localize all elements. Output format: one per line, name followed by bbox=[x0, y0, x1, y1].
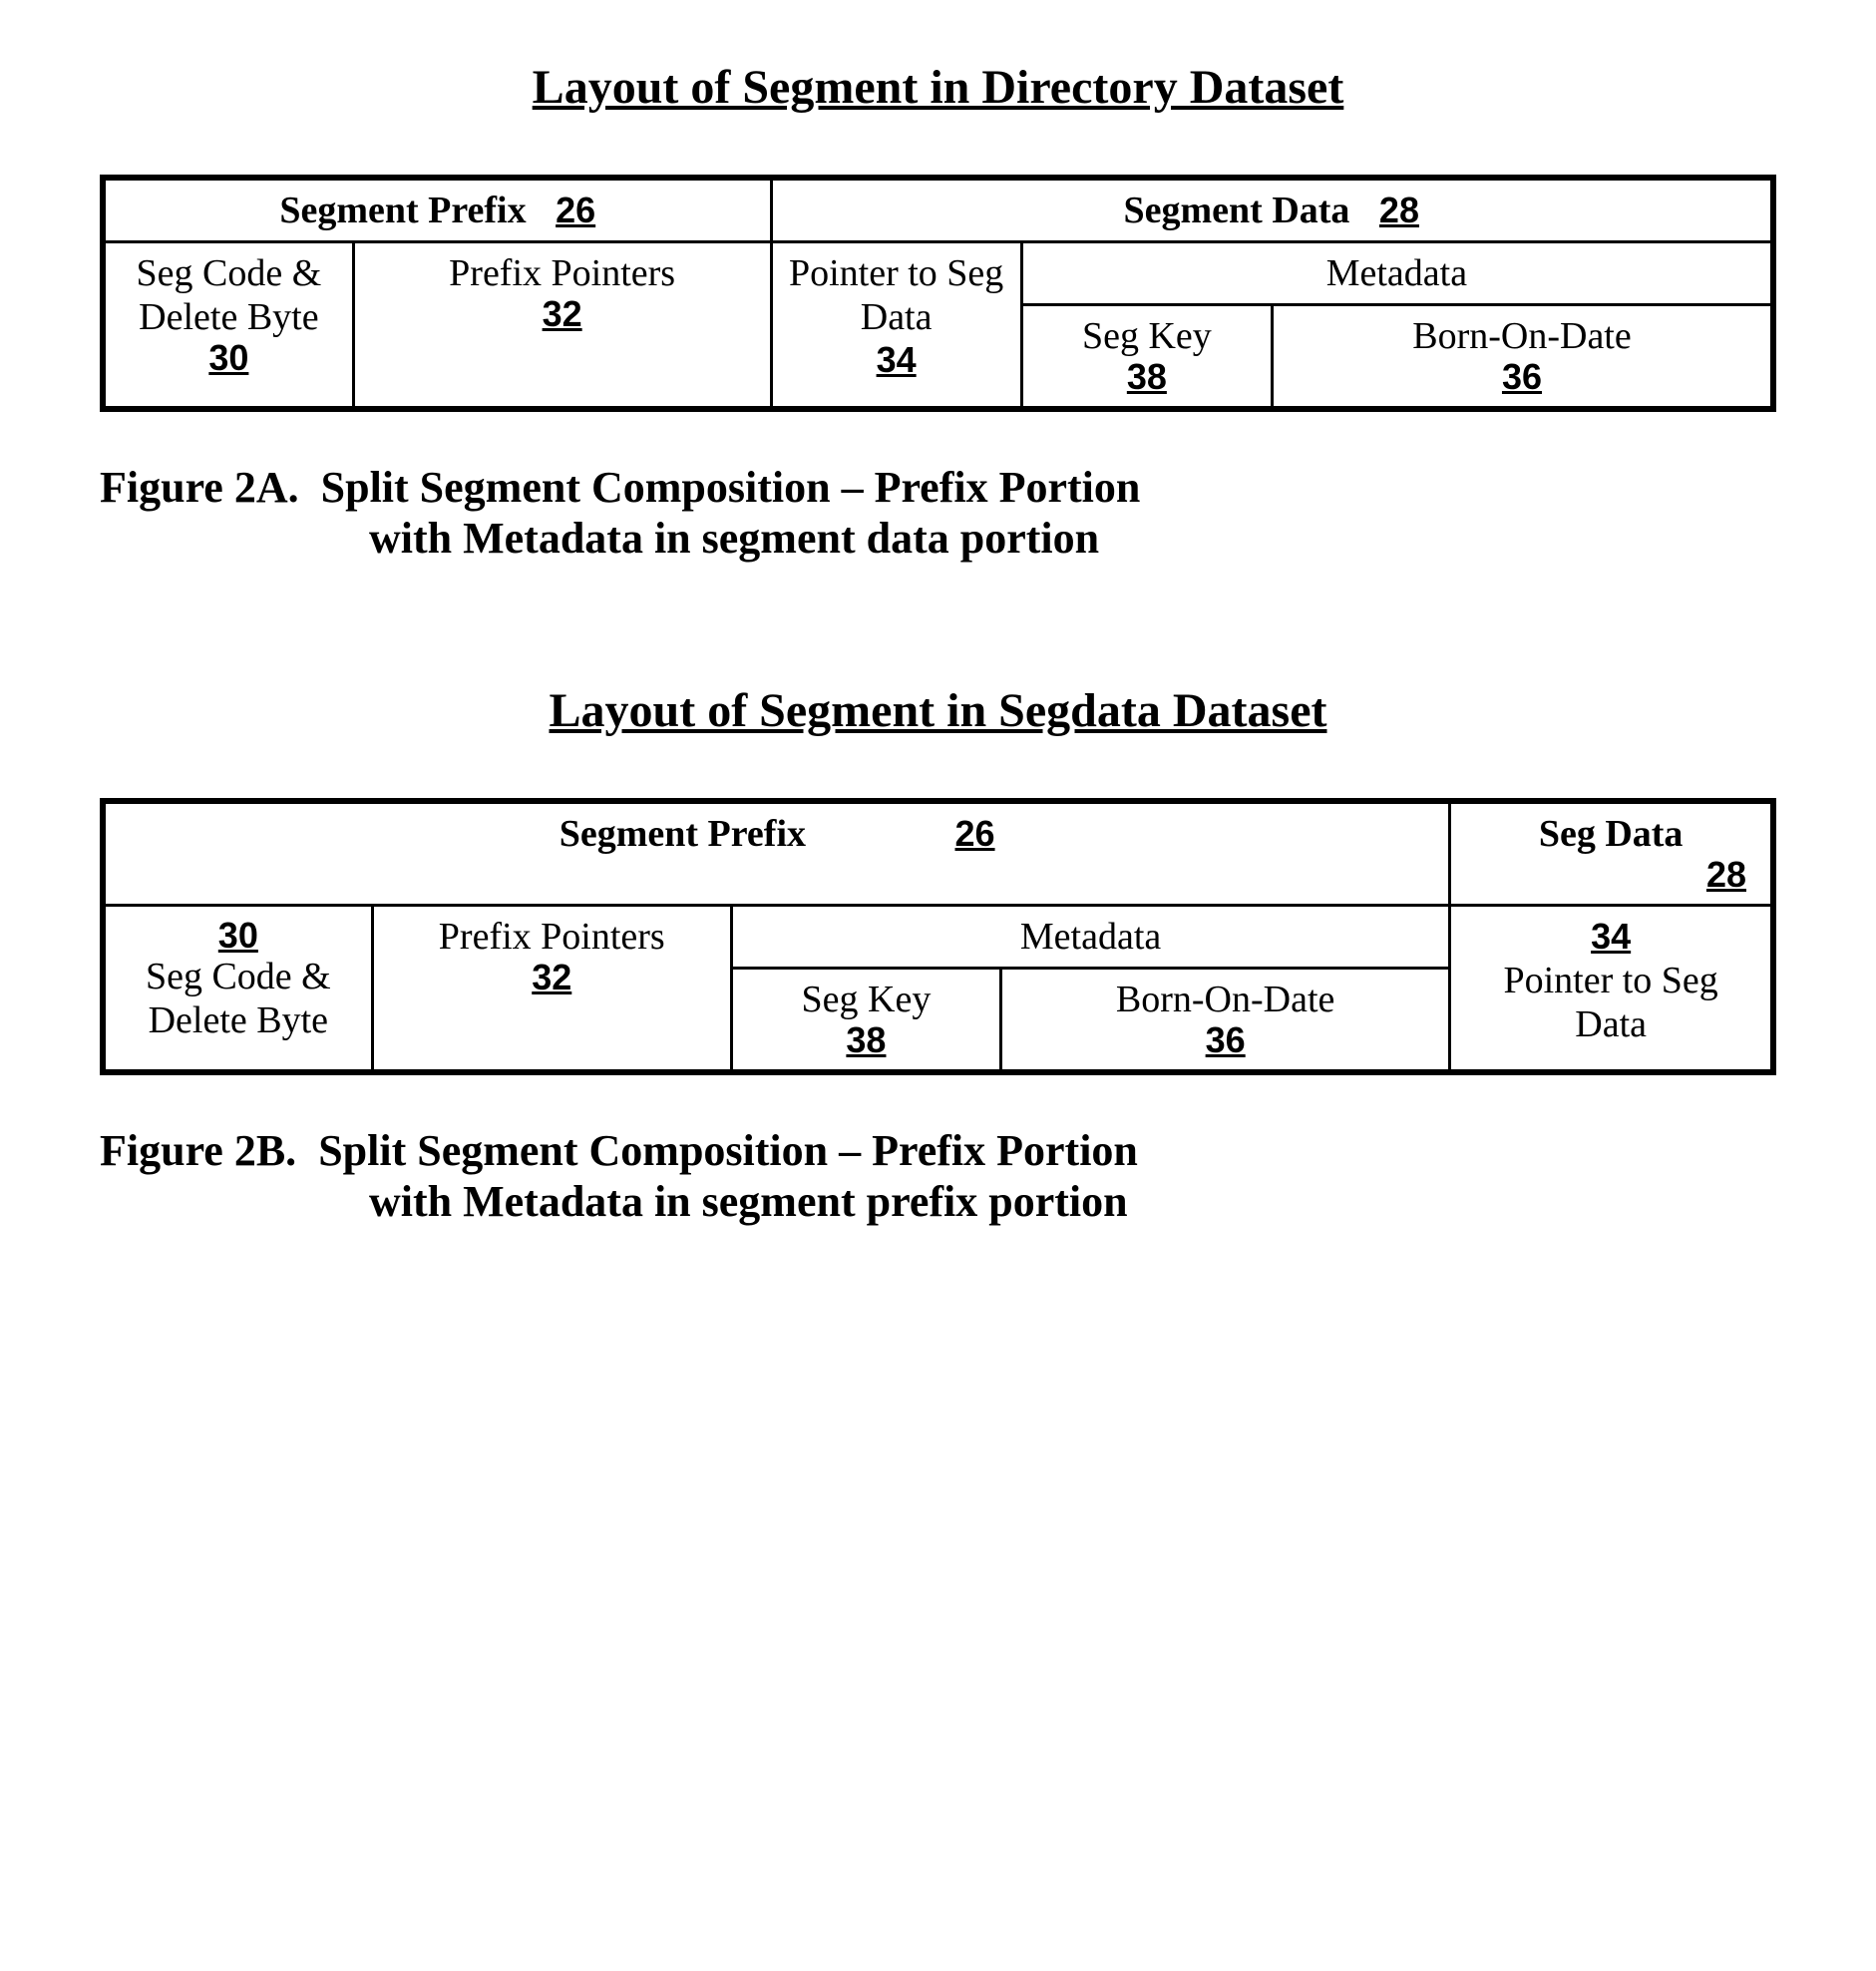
born-on-date-label: Born-On-Date bbox=[1412, 315, 1631, 357]
ref-36: 36 bbox=[1288, 356, 1756, 398]
metadata-label-b: Metadata bbox=[1020, 916, 1161, 958]
caption-b-line1: Split Segment Composition – Prefix Porti… bbox=[318, 1126, 1138, 1175]
table-a: Segment Prefix 26 Segment Data 28 Seg Co… bbox=[100, 175, 1776, 412]
born-on-date-cell-b: Born-On-Date 36 bbox=[1001, 969, 1450, 1073]
born-on-date-label-b: Born-On-Date bbox=[1116, 979, 1334, 1020]
caption-a-line2: with Metadata in segment data portion bbox=[369, 513, 1776, 564]
seg-key-cell: Seg Key 38 bbox=[1021, 305, 1272, 410]
caption-b-line2: with Metadata in segment prefix portion bbox=[369, 1176, 1776, 1227]
seg-key-label: Seg Key bbox=[1082, 315, 1212, 357]
prefix-pointers-label-b: Prefix Pointers bbox=[439, 916, 665, 958]
table-row: Seg Code & Delete Byte 30 Prefix Pointer… bbox=[103, 242, 1773, 305]
prefix-pointers-label: Prefix Pointers bbox=[449, 252, 675, 294]
ref-26-b: 26 bbox=[955, 813, 995, 855]
seg-code-cell-b: 30 Seg Code & Delete Byte bbox=[103, 906, 372, 1073]
ref-28-b: 28 bbox=[1465, 854, 1746, 896]
prefix-pointers-cell-b: Prefix Pointers 32 bbox=[372, 906, 731, 1073]
pointer-cell-b: 34 Pointer to Seg Data bbox=[1450, 906, 1773, 1073]
table-b: Segment Prefix 26 Seg Data 28 30 Seg Cod… bbox=[100, 798, 1776, 1075]
segment-data-label-b: Seg Data bbox=[1539, 813, 1684, 855]
segment-data-header-b: Seg Data 28 bbox=[1450, 801, 1773, 906]
ref-32-b: 32 bbox=[388, 957, 716, 998]
segment-prefix-label: Segment Prefix bbox=[279, 190, 526, 231]
caption-a-line1: Split Segment Composition – Prefix Porti… bbox=[321, 463, 1141, 512]
seg-code-label: Seg Code & Delete Byte bbox=[136, 252, 321, 338]
prefix-pointers-cell: Prefix Pointers 32 bbox=[353, 242, 771, 410]
table-row: 30 Seg Code & Delete Byte Prefix Pointer… bbox=[103, 906, 1773, 969]
ref-38-b: 38 bbox=[747, 1019, 985, 1061]
caption-a: Figure 2A. Split Segment Composition – P… bbox=[100, 462, 1776, 564]
pointer-label: Pointer to Seg Data bbox=[789, 252, 1003, 338]
pointer-label-b: Pointer to Seg Data bbox=[1465, 959, 1756, 1046]
ref-30-b: 30 bbox=[120, 915, 357, 957]
ref-26: 26 bbox=[556, 190, 595, 231]
segment-prefix-header-b: Segment Prefix 26 bbox=[103, 801, 1450, 906]
born-on-date-cell: Born-On-Date 36 bbox=[1273, 305, 1774, 410]
caption-b-label: Figure 2B. bbox=[100, 1126, 296, 1175]
ref-38: 38 bbox=[1037, 356, 1257, 398]
ref-28: 28 bbox=[1379, 190, 1419, 231]
metadata-cell-b: Metadata bbox=[731, 906, 1449, 969]
caption-a-label: Figure 2A. bbox=[100, 463, 299, 512]
segment-data-label: Segment Data bbox=[1124, 190, 1350, 231]
ref-30: 30 bbox=[120, 337, 338, 379]
figure-b: Layout of Segment in Segdata Dataset Seg… bbox=[100, 683, 1776, 1227]
ref-34-b: 34 bbox=[1591, 916, 1631, 958]
ref-32: 32 bbox=[369, 293, 756, 335]
table-row: Segment Prefix 26 Segment Data 28 bbox=[103, 178, 1773, 242]
segment-prefix-label-b: Segment Prefix bbox=[560, 813, 806, 855]
table-row: Segment Prefix 26 Seg Data 28 bbox=[103, 801, 1773, 906]
figure-a: Layout of Segment in Directory Dataset S… bbox=[100, 60, 1776, 564]
seg-code-label-b: Seg Code & Delete Byte bbox=[146, 956, 331, 1041]
seg-key-cell-b: Seg Key 38 bbox=[731, 969, 1000, 1073]
title-b: Layout of Segment in Segdata Dataset bbox=[100, 683, 1776, 738]
metadata-cell: Metadata bbox=[1021, 242, 1773, 305]
caption-b: Figure 2B. Split Segment Composition – P… bbox=[100, 1125, 1776, 1227]
ref-36-b: 36 bbox=[1016, 1019, 1434, 1061]
seg-code-cell: Seg Code & Delete Byte 30 bbox=[103, 242, 353, 410]
metadata-label: Metadata bbox=[1326, 252, 1467, 294]
segment-data-header: Segment Data 28 bbox=[771, 178, 1773, 242]
title-a: Layout of Segment in Directory Dataset bbox=[100, 60, 1776, 115]
ref-34: 34 bbox=[787, 339, 1006, 381]
segment-prefix-header: Segment Prefix 26 bbox=[103, 178, 771, 242]
pointer-cell: Pointer to Seg Data 34 bbox=[771, 242, 1021, 410]
seg-key-label-b: Seg Key bbox=[802, 979, 932, 1020]
